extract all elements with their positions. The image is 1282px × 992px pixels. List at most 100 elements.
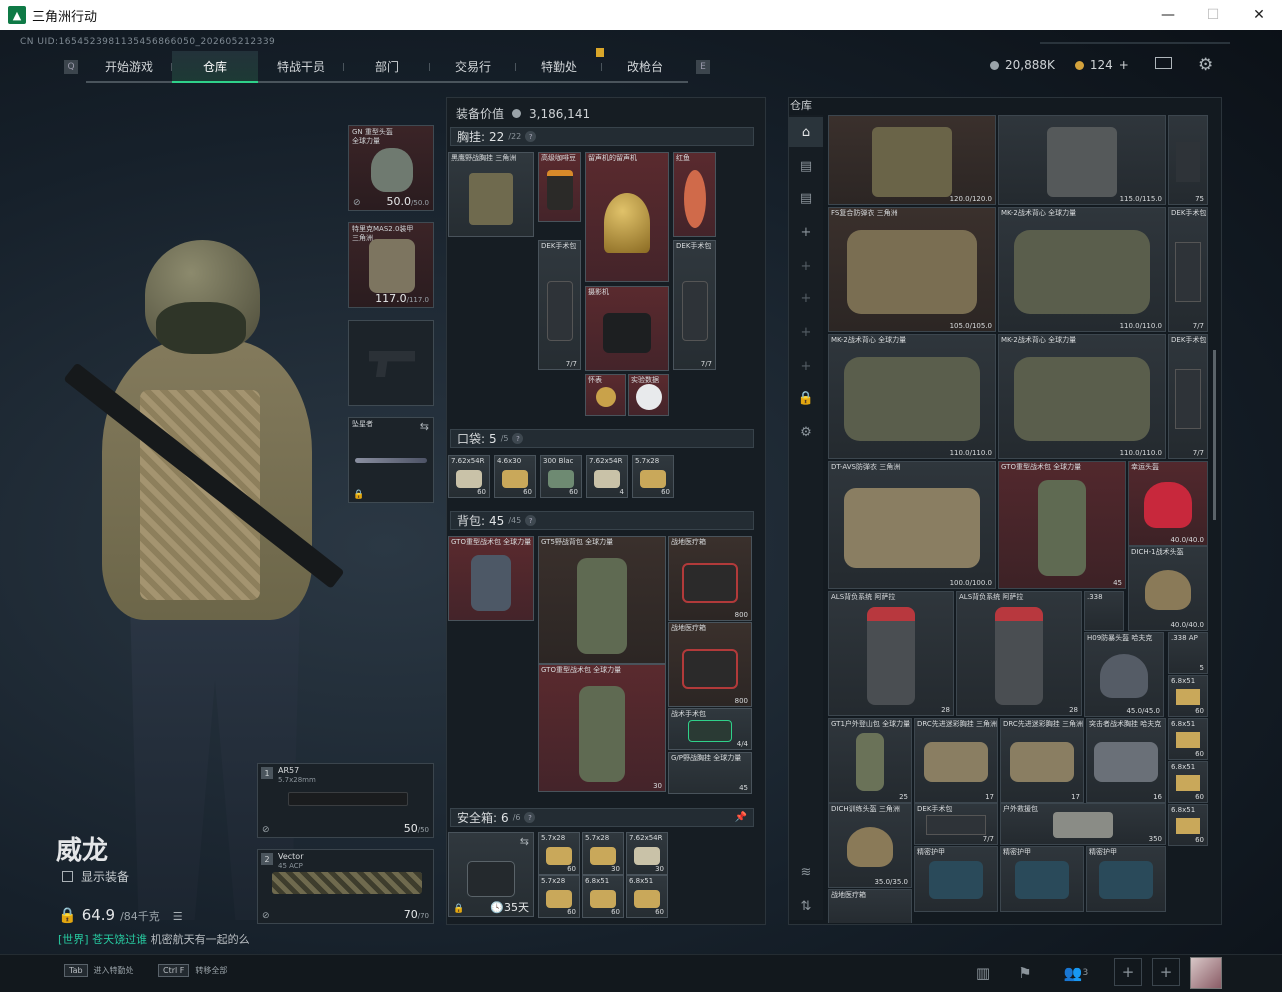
help-icon[interactable]: ? [525,515,537,526]
stash-item[interactable]: 精密护甲 [1086,846,1166,912]
squad-button[interactable]: 👥 3 [1058,958,1094,988]
ammo-item[interactable]: 7.62x54R 60 [448,455,490,498]
primary-weapon-slot[interactable]: 1 AR57 5.7x28mm ⊘ 50/50 [257,763,434,838]
enter-special-ops-hint[interactable]: Tab 进入特勤处 [64,964,134,977]
stash-item[interactable]: DT-AVS防弹衣 三角洲 100.0/100.0 [828,461,996,589]
stash-item[interactable]: H09防暴头盔 哈夫克 45.0/45.0 [1084,632,1164,717]
armor-slot[interactable]: 特里克MAS2.0装甲 三角洲 117.0/117.0 [348,222,434,308]
ammo-item[interactable]: 5.7x28 30 [582,832,624,875]
ammo-item[interactable]: 5.7x28 60 [538,832,580,875]
show-equipment-toggle[interactable]: 显示装备 [62,868,129,885]
stash-item[interactable]: DRC先进迷彩胸挂 三角洲 17 [914,718,998,803]
help-icon[interactable]: ? [525,131,537,142]
add-currency-button[interactable]: + [1119,58,1129,72]
stash-item[interactable]: MK-2战术背心 全球力量 110.0/110.0 [998,334,1166,459]
tab-department[interactable]: 部门 [344,51,430,83]
tab-operators[interactable]: 特战干员 [258,51,344,83]
surgery-kit-item[interactable]: DEK手术包 7/7 [673,240,716,370]
world-chat[interactable]: [世界] 苍天饶过谁 机密航天有一起的么 [58,931,250,947]
close-button[interactable]: ✕ [1236,0,1282,30]
stash-item[interactable]: 6.8x51 60 [1168,761,1208,803]
add-stash-button[interactable]: + [789,283,823,313]
add-stash-button[interactable]: + [789,217,823,247]
pistol-slot[interactable] [348,320,434,406]
chest-rig-item[interactable]: 黑鹰野战胸挂 三角洲 [448,152,534,237]
stash-tab-2[interactable]: ▤ [789,151,823,181]
stats-chart-icon[interactable]: ▥ [968,958,998,988]
ammo-item[interactable]: 5.7x28 60 [538,875,580,918]
mail-icon[interactable] [1155,57,1172,69]
camera-item[interactable]: 摄影机 [585,286,669,371]
stash-item[interactable]: DICH-1战术头盔 40.0/40.0 [1128,546,1208,631]
stash-layers-button[interactable]: ≋ [789,857,823,887]
tab-start-game[interactable]: 开始游戏 [86,51,172,83]
safe-box[interactable]: ⇆ 🔒 🕓35天 [448,832,534,917]
stash-lock-button[interactable]: 🔒 [789,383,823,413]
stash-item[interactable]: 120.0/120.0 [828,115,996,205]
gto-backpack-item[interactable]: GTO重型战术包 全球力量 30 [538,664,666,792]
medkit-item[interactable]: 战地医疗箱 800 [668,622,752,707]
ammo-item[interactable]: 7.62x54R 30 [626,832,668,875]
swap-icon[interactable]: ⇆ [520,835,529,848]
tab-gunsmith[interactable]: 改枪台 [602,51,688,83]
ammo-item[interactable]: 6.8x51 60 [626,875,668,918]
invite-slot-button[interactable]: + [1152,958,1180,986]
gramophone-item[interactable]: 留声机的留声机 [585,152,669,282]
tab-trading[interactable]: 交易行 [430,51,516,83]
add-stash-button[interactable]: + [789,317,823,347]
stash-item[interactable]: DEK手术包 7/7 [914,803,998,845]
stash-item[interactable]: 6.8x51 60 [1168,675,1208,717]
invite-slot-button[interactable]: + [1114,958,1142,986]
weight-detail-icon[interactable]: ☰ [173,910,183,923]
chest-rig-item[interactable]: G/P野战胸挂 全球力量 45 [668,752,752,794]
help-icon[interactable]: ? [512,433,524,444]
medkit-item[interactable]: 战地医疗箱 800 [668,536,752,621]
add-stash-button[interactable]: + [789,251,823,281]
surgical-kit-item[interactable]: 战术手术包 4/4 [668,708,752,750]
stash-item[interactable]: 75 [1168,115,1208,205]
pin-icon[interactable]: 📌 [735,812,747,823]
melee-slot[interactable]: 坠星者 ⇆ 🔒 [348,417,434,503]
transfer-all-hint[interactable]: Ctrl F 转移全部 [158,964,227,977]
stash-item[interactable]: 突击者战术胸挂 哈夫克 16 [1086,718,1166,803]
stash-item[interactable]: 户外救援包 350 [1000,803,1166,845]
coffee-item[interactable]: 高级咖啡豆 [538,152,581,222]
surgery-kit-item[interactable]: DEK手术包 7/7 [538,240,581,370]
ammo-item[interactable]: 4.6x30 60 [494,455,536,498]
stash-item[interactable]: .338 AP 5 [1168,632,1208,674]
tab-special-ops[interactable]: 特勤处 [516,51,602,83]
stash-item[interactable]: 115.0/115.0 [998,115,1166,205]
backpack-item[interactable]: GTO重型战术包 全球力量 [448,536,534,621]
stash-item[interactable]: ALS背负系统 阿萨拉 28 [956,591,1082,716]
help-icon[interactable]: ? [524,812,536,823]
stash-item[interactable]: ALS背负系统 阿萨拉 28 [828,591,954,716]
stash-item[interactable]: 6.8x51 60 [1168,804,1208,846]
checkbox[interactable] [62,871,73,882]
stash-item[interactable]: 战地医疗箱 [828,889,912,923]
stash-item[interactable]: MK-2战术背心 全球力量 110.0/110.0 [828,334,996,459]
flag-icon[interactable]: ⚑ [1010,958,1040,988]
stash-item[interactable]: .338 [1084,591,1124,631]
ammo-item[interactable]: 6.8x51 60 [582,875,624,918]
pocket-watch-item[interactable]: 怀表 [585,374,626,416]
stash-tab-all[interactable]: ⌂ [789,117,823,147]
stash-item[interactable]: GT1户外登山包 全球力量 25 [828,718,912,803]
stash-item[interactable]: MK-2战术背心 全球力量 110.0/110.0 [998,207,1166,332]
ammo-item[interactable]: 7.62x54R 4 [586,455,628,498]
stash-settings-button[interactable]: ⚙ [789,417,823,447]
maximize-button[interactable]: ☐ [1190,0,1236,30]
stash-sort-button[interactable]: ⇅ [789,891,823,921]
stash-item[interactable]: FS复合防弹衣 三角洲 105.0/105.0 [828,207,996,332]
stash-item[interactable]: 幸运头盔 40.0/40.0 [1128,461,1208,546]
add-stash-button[interactable]: + [789,351,823,381]
stash-item[interactable]: DRC先进迷彩胸挂 三角洲 17 [1000,718,1084,803]
minimize-button[interactable]: — [1145,0,1191,30]
avatar[interactable] [1190,957,1222,989]
nav-prev-key[interactable]: Q [64,60,78,74]
stash-item[interactable]: DICH训练头盔 三角洲 35.0/35.0 [828,803,912,888]
swap-icon[interactable]: ⇆ [420,420,429,433]
stash-item[interactable]: 6.8x51 60 [1168,718,1208,760]
secondary-weapon-slot[interactable]: 2 Vector 45 ACP ⊘ 70/70 [257,849,434,924]
red-fish-item[interactable]: 红鱼 [673,152,716,237]
stash-item[interactable]: DEK手术包 7/7 [1168,207,1208,332]
